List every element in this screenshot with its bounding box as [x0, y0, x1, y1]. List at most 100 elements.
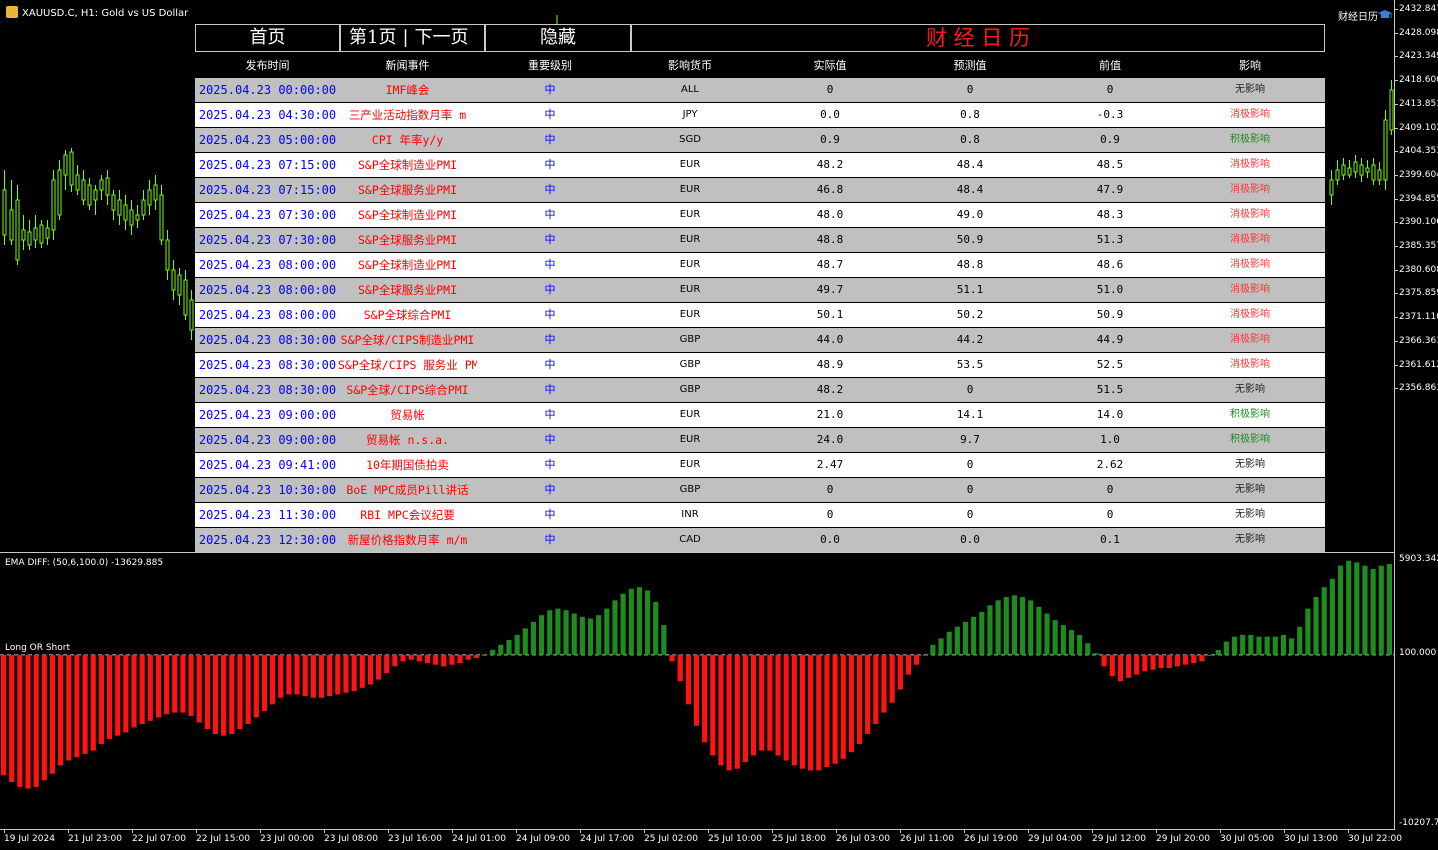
- histogram-bar: [98, 654, 104, 744]
- table-row[interactable]: 2025.04.23 08:00:00 S&P全球综合PMI 中 EUR 50.1 50.…: [195, 303, 1325, 327]
- cell-time: 2025.04.23 05:00:00: [198, 133, 337, 147]
- histogram-bar: [1199, 654, 1205, 662]
- table-row[interactable]: 2025.04.23 09:41:00 10年期国债拍卖 中 EUR 2.47 0 2.62…: [195, 453, 1325, 477]
- histogram-bar: [547, 610, 553, 655]
- table-row[interactable]: 2025.04.23 07:15:00 S&P全球服务业PMI 中 EUR 46.8 48…: [195, 178, 1325, 202]
- histogram-bar: [734, 654, 740, 769]
- cell-currency: EUR: [679, 259, 701, 270]
- cell-time: 2025.04.23 08:30:00: [198, 333, 337, 347]
- cell-actual: 48.9: [816, 358, 844, 371]
- cell-level: 中: [544, 533, 556, 546]
- histogram-bar: [25, 654, 31, 789]
- candle-body: [87, 184, 92, 206]
- cell-currency: INR: [681, 509, 699, 520]
- table-row[interactable]: 2025.04.23 09:00:00 贸易帐 n.s.a. 中 EUR 24.0 9.7…: [195, 428, 1325, 452]
- histogram-bar: [636, 587, 643, 655]
- histogram-bar: [1240, 635, 1246, 655]
- candle-body: [1329, 179, 1334, 196]
- histogram-bar: [1125, 654, 1132, 678]
- price-axis-label: 2394.855: [1399, 193, 1438, 204]
- histogram-bar: [808, 654, 814, 771]
- histogram-bar: [1068, 630, 1075, 655]
- candle-body: [177, 274, 182, 296]
- cell-impact: 消极影响: [1230, 234, 1270, 245]
- cell-level: 中: [544, 408, 556, 421]
- candle-body: [1377, 169, 1382, 181]
- price-axis-label: 2423.349: [1399, 51, 1438, 62]
- histogram-bar: [914, 654, 920, 665]
- histogram-bar: [481, 654, 488, 656]
- cell-forecast: 48.4: [956, 183, 984, 196]
- price-axis-label: 2380.608: [1399, 264, 1438, 275]
- next-page-button[interactable]: 下一页: [415, 27, 469, 48]
- cell-event: S&P全球制造业PMI: [357, 258, 458, 272]
- cell-event: 10年期国债拍卖: [366, 458, 449, 472]
- histogram-bar: [465, 654, 471, 660]
- price-axis-label: 2418.600: [1399, 75, 1438, 86]
- calendar-table: 2025.04.23 00:00:00 IMF峰会中 ALL 0 0 0 无影响 2025.…: [195, 78, 1325, 553]
- histogram-bar: [881, 654, 887, 713]
- price-axis-tick: [1394, 269, 1398, 271]
- table-row[interactable]: 2025.04.23 11:30:00 RBI MPC会议纪要 中 INR 0 0 0 无影响: [195, 503, 1325, 527]
- table-row[interactable]: 2025.04.23 08:30:00 S&P全球/CIPS 服务业 PMI 中 GB…: [195, 353, 1325, 377]
- cell-time: 2025.04.23 07:15:00: [198, 183, 337, 197]
- cell-previous: 47.9: [1096, 183, 1124, 196]
- histogram-bar: [433, 654, 439, 665]
- histogram-bar: [865, 654, 871, 735]
- table-row[interactable]: 2025.04.23 08:30:00 S&P全球/CIPS制造业PMI 中 GBP 4…: [195, 328, 1325, 352]
- table-row[interactable]: 2025.04.23 12:30:00 新屋价格指数月率 m/m 中 CAD 0.0 0.…: [195, 528, 1325, 552]
- home-button[interactable]: 首页: [195, 24, 340, 52]
- cell-time: 2025.04.23 00:00:00: [198, 83, 337, 97]
- cell-level: 中: [544, 433, 556, 446]
- histogram-bar: [579, 616, 585, 655]
- histogram-bar: [1183, 654, 1189, 665]
- candle-body: [165, 239, 170, 271]
- cell-level: 中: [544, 508, 556, 521]
- table-row[interactable]: 2025.04.23 08:00:00 S&P全球服务业PMI 中 EUR 49.7 51…: [195, 278, 1325, 302]
- histogram-bar: [1223, 641, 1229, 655]
- cell-time: 2025.04.23 09:00:00: [198, 408, 337, 422]
- time-axis-tick: [708, 829, 709, 833]
- table-row[interactable]: 2025.04.23 07:30:00 S&P全球制造业PMI 中 EUR 48.0 49…: [195, 203, 1325, 227]
- candle-body: [45, 227, 50, 239]
- candle-body: [159, 194, 164, 241]
- cell-currency: GBP: [679, 334, 701, 345]
- price-axis-label: 2371.110: [1399, 312, 1438, 323]
- table-row[interactable]: 2025.04.23 09:00:00 贸易帐 中 EUR 21.0 14.1 14.0 积极…: [195, 403, 1325, 427]
- histogram-bar: [1362, 565, 1368, 655]
- table-row[interactable]: 2025.04.23 10:30:00 BoE MPC成员Pill讲话 中 GBP 0 0…: [195, 478, 1325, 502]
- histogram-bar: [1093, 653, 1099, 655]
- histogram-bar: [596, 615, 602, 655]
- candle-body: [63, 154, 68, 176]
- page-nav[interactable]: 第1页 | 下一页: [340, 24, 485, 52]
- histogram-bar: [1142, 654, 1148, 672]
- table-row[interactable]: 2025.04.23 08:00:00 S&P全球制造业PMI 中 EUR 48.7 48…: [195, 253, 1325, 277]
- hide-button[interactable]: 隐藏: [485, 24, 631, 52]
- histogram-bar: [164, 654, 170, 715]
- table-row[interactable]: 2025.04.23 07:15:00 S&P全球制造业PMI 中 EUR 48.2 48…: [195, 153, 1325, 177]
- table-row[interactable]: 2025.04.23 05:00:00 CPI 年率y/y 中 SGD 0.9 0.8 0.…: [195, 128, 1325, 152]
- cell-currency: GBP: [679, 384, 701, 395]
- table-row[interactable]: 2025.04.23 04:30:00 三产业活动指数月率 m 中 JPY 0.0 0.8…: [195, 103, 1325, 127]
- table-row[interactable]: 2025.04.23 08:30:00 S&P全球/CIPS综合PMI 中 GBP 48…: [195, 378, 1325, 402]
- histogram-bar: [1174, 654, 1181, 667]
- cell-impact: 消极影响: [1230, 284, 1270, 295]
- histogram-bar: [889, 654, 895, 703]
- histogram-bar: [824, 654, 830, 768]
- cell-forecast: 44.2: [956, 333, 984, 346]
- time-axis-tick: [452, 829, 453, 833]
- table-row[interactable]: 2025.04.23 07:30:00 S&P全球服务业PMI 中 EUR 48.8 50…: [195, 228, 1325, 252]
- table-row[interactable]: 2025.04.23 00:00:00 IMF峰会 中 ALL 0 0 0 无影响: [195, 78, 1325, 102]
- calendar-title: 财 经 日 历: [631, 24, 1325, 52]
- price-axis-tick: [1394, 340, 1398, 342]
- histogram-bar: [1215, 649, 1221, 655]
- histogram-bar: [327, 654, 333, 697]
- cell-forecast: 53.5: [956, 358, 984, 371]
- cell-level: 中: [544, 458, 556, 471]
- candle-body: [147, 189, 152, 206]
- cell-currency: GBP: [679, 359, 701, 370]
- table-header: 发布时间 新闻事件 重要级别 影响货币 实际值 预测值 前值 影响: [195, 56, 1325, 76]
- price-axis-tick: [1394, 103, 1398, 105]
- histogram-bar: [612, 600, 618, 655]
- cell-forecast: 0.8: [960, 108, 980, 121]
